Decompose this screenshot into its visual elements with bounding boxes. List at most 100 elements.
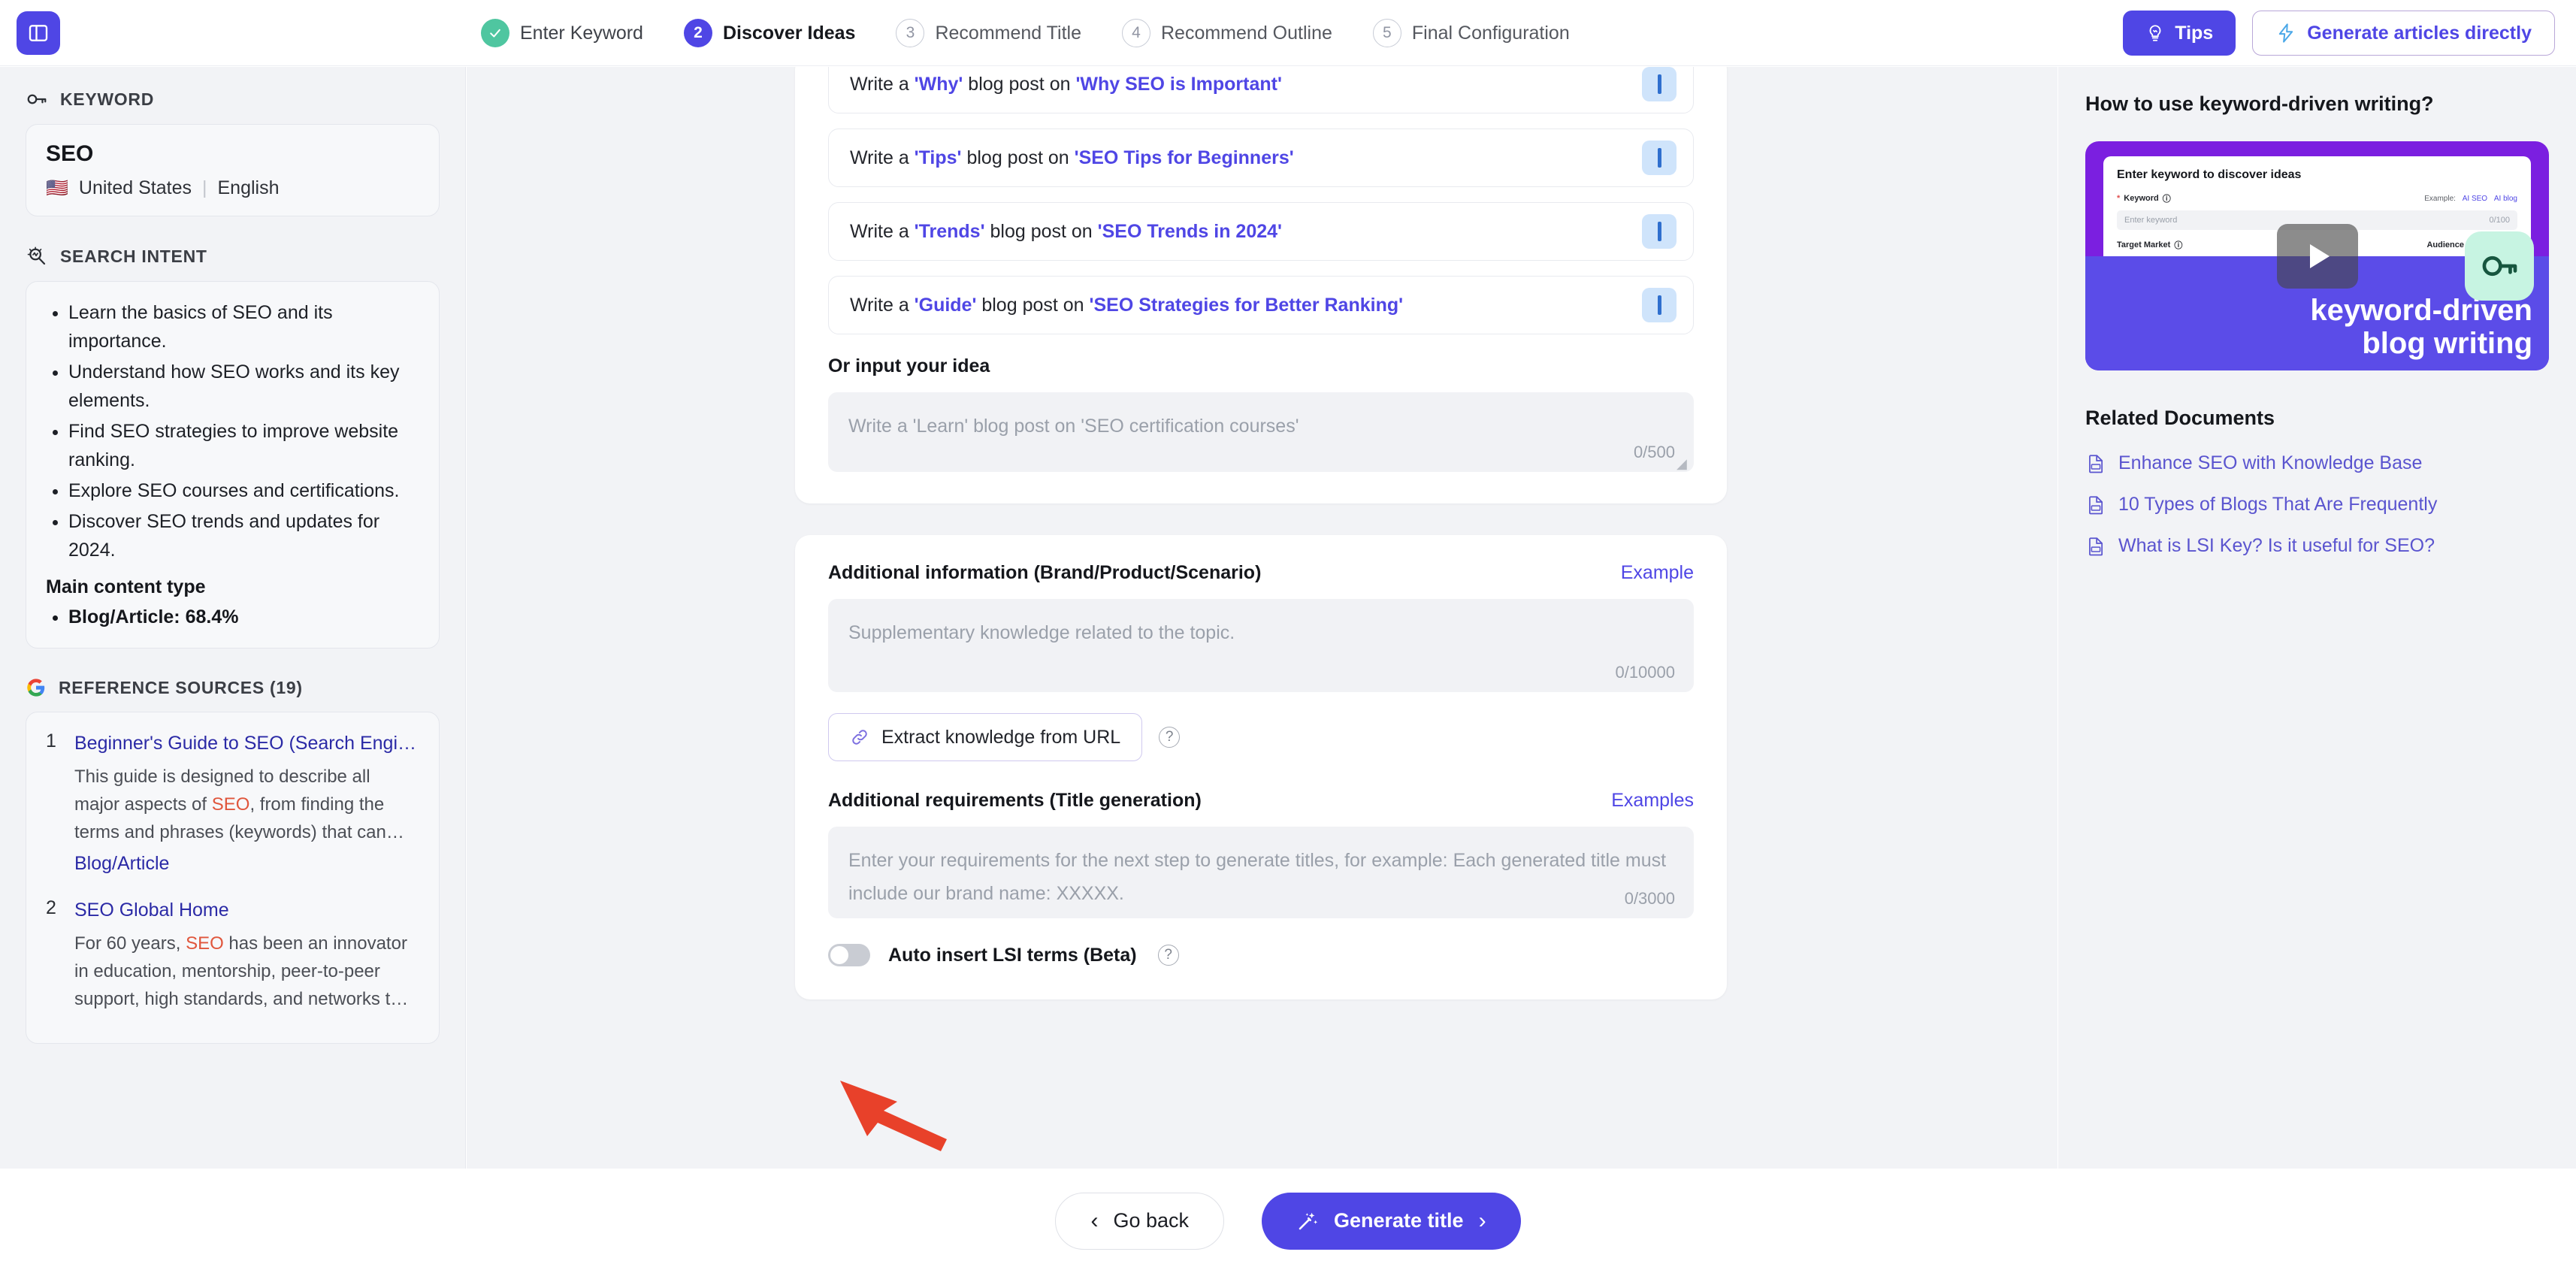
idea-row[interactable]: Write a 'Why' blog post on 'Why SEO is I… <box>828 67 1694 113</box>
idea-row[interactable]: Write a 'Guide' blog post on 'SEO Strate… <box>828 276 1694 334</box>
keyword-value: SEO <box>46 141 94 166</box>
cursor-bar-icon <box>1657 148 1661 168</box>
step-recommend-outline[interactable]: 4 Recommend Outline <box>1122 19 1332 47</box>
go-back-button[interactable]: ‹ Go back <box>1055 1192 1224 1250</box>
video-target-market-label: Target Market ⓘ <box>2117 239 2182 251</box>
related-document-link[interactable]: 10 Types of Blogs That Are Frequently <box>2118 494 2437 516</box>
step-final-configuration[interactable]: 5 Final Configuration <box>1372 19 1570 47</box>
reference-description: For 60 years, SEO has been an innovator … <box>74 930 419 1013</box>
keyword-section-header: KEYWORD <box>26 88 440 110</box>
video-example-row: Example: AI SEO AI blog <box>2424 195 2517 203</box>
cursor-bar-icon <box>1657 222 1661 241</box>
generate-title-label: Generate title <box>1334 1209 1464 1232</box>
idea-mid: blog post on <box>976 294 1090 316</box>
video-overlay-line1: keyword-driven <box>2310 294 2532 327</box>
main-content-type-list: Blog/Article: 68.4% <box>68 603 419 631</box>
reference-sources-section-title: REFERENCE SOURCES (19) <box>59 677 303 697</box>
video-example-link-2: AI blog <box>2493 194 2517 203</box>
step-2-label: Discover Ideas <box>722 22 856 44</box>
doc-file-icon <box>2089 537 2103 555</box>
right-panel-title: How to use keyword-driven writing? <box>2085 92 2434 115</box>
tips-button[interactable]: Tips <box>2123 11 2236 56</box>
step-discover-ideas[interactable]: 2 Discover Ideas <box>683 19 856 47</box>
search-intent-list: Learn the basics of SEO and its importan… <box>68 298 419 564</box>
idea-mid: blog post on <box>963 73 1076 95</box>
reference-title-link[interactable]: SEO Global Home <box>74 897 419 923</box>
highlight-keyword: SEO <box>186 933 224 954</box>
reference-tag[interactable]: Blog/Article <box>74 853 419 875</box>
insert-idea-button[interactable] <box>1642 214 1677 249</box>
own-idea-counter: 0/500 <box>1633 443 1675 461</box>
list-item: Explore SEO courses and certifications. <box>68 476 419 505</box>
video-example-label: Example: <box>2424 194 2456 203</box>
reference-sources-card: 1 Beginner's Guide to SEO (Search Engi… … <box>26 712 440 1044</box>
own-idea-placeholder: Write a 'Learn' blog post on 'SEO certif… <box>848 416 1299 437</box>
idea-pre: Write a <box>850 294 915 316</box>
insert-idea-button[interactable] <box>1642 67 1677 101</box>
resize-grip-icon[interactable]: ◢ <box>1677 457 1689 470</box>
sidebar-toggle-button[interactable] <box>17 11 60 55</box>
extract-knowledge-from-url-button[interactable]: Extract knowledge from URL <box>828 713 1143 761</box>
required-asterisk-icon: * <box>2117 194 2121 203</box>
idea-row[interactable]: Write a 'Tips' blog post on 'SEO Tips fo… <box>828 129 1694 187</box>
divider: | <box>201 177 207 198</box>
idea-mid: blog post on <box>961 147 1075 168</box>
google-icon <box>27 679 45 697</box>
related-document-link[interactable]: Enhance SEO with Knowledge Base <box>2118 452 2422 474</box>
cursor-bar-icon <box>1657 74 1661 94</box>
ideas-panel: Write a 'Why' blog post on 'Why SEO is I… <box>795 67 1727 503</box>
check-icon <box>490 29 500 38</box>
extract-url-help-icon[interactable]: ? <box>1159 727 1181 748</box>
step-enter-keyword[interactable]: Enter Keyword <box>481 19 643 47</box>
doc-file-icon <box>2089 495 2103 514</box>
step-5-label: Final Configuration <box>1411 22 1570 44</box>
top-bar-actions: Tips Generate articles directly <box>2123 11 2555 56</box>
insert-idea-button[interactable] <box>1642 141 1677 175</box>
search-intent-card: Learn the basics of SEO and its importan… <box>26 281 440 649</box>
auto-insert-lsi-toggle[interactable] <box>828 944 870 966</box>
reference-body: Beginner's Guide to SEO (Search Engi… Th… <box>74 730 419 875</box>
idea-topic: 'SEO Strategies for Better Ranking' <box>1089 294 1404 316</box>
additional-requirements-placeholder: Enter your requirements for the next ste… <box>848 850 1667 904</box>
list-item[interactable]: Enhance SEO with Knowledge Base <box>2085 452 2549 474</box>
list-item[interactable]: 1 Beginner's Guide to SEO (Search Engi… … <box>46 730 419 875</box>
tutorial-video-thumbnail[interactable]: Enter keyword to discover ideas * Keywor… <box>2085 141 2549 370</box>
additional-requirements-examples-link[interactable]: Examples <box>1611 790 1694 812</box>
list-item[interactable]: What is LSI Key? Is it useful for SEO? <box>2085 535 2549 557</box>
step-1-label: Enter Keyword <box>520 22 643 44</box>
additional-requirements-label: Additional requirements (Title generatio… <box>828 790 1202 811</box>
step-recommend-title[interactable]: 3 Recommend Title <box>896 19 1081 47</box>
lightning-bolt-icon <box>2279 23 2293 43</box>
additional-info-textarea[interactable]: Supplementary knowledge related to the t… <box>828 599 1694 692</box>
play-button[interactable] <box>2276 223 2358 289</box>
idea-text: Write a 'Guide' blog post on 'SEO Strate… <box>850 295 1403 316</box>
additional-info-header: Additional information (Brand/Product/Sc… <box>828 562 1694 584</box>
idea-row[interactable]: Write a 'Trends' blog post on 'SEO Trend… <box>828 202 1694 261</box>
insert-idea-button[interactable] <box>1642 288 1677 322</box>
idea-type: 'Why' <box>914 73 963 95</box>
lsi-help-icon[interactable]: ? <box>1157 945 1179 966</box>
play-triangle-icon <box>2309 243 2330 268</box>
idea-pre: Write a <box>850 73 915 95</box>
additional-info-example-link[interactable]: Example <box>1621 562 1694 584</box>
related-document-link[interactable]: What is LSI Key? Is it useful for SEO? <box>2118 535 2435 557</box>
reference-title-link[interactable]: Beginner's Guide to SEO (Search Engi… <box>74 730 419 756</box>
top-bar: Enter Keyword 2 Discover Ideas 3 Recomme… <box>0 0 2576 66</box>
additional-requirements-textarea[interactable]: Enter your requirements for the next ste… <box>828 827 1694 918</box>
reference-index: 1 <box>46 730 56 751</box>
keyword-language: English <box>217 177 280 198</box>
video-input-placeholder: Enter keyword <box>2124 216 2178 225</box>
key-icon <box>27 94 47 104</box>
search-insight-icon <box>27 246 46 265</box>
generate-articles-directly-button[interactable]: Generate articles directly <box>2252 11 2555 56</box>
main-content: Write a 'Why' blog post on 'Why SEO is I… <box>467 67 2057 1169</box>
list-item[interactable]: 2 SEO Global Home For 60 years, SEO has … <box>46 897 419 1013</box>
own-idea-textarea[interactable]: Write a 'Learn' blog post on 'SEO certif… <box>828 392 1694 472</box>
step-5-indicator: 5 <box>1372 19 1401 47</box>
search-intent-section-header: SEARCH INTENT <box>26 245 440 268</box>
bottom-action-bar: ‹ Go back Generate title › <box>0 1169 2576 1273</box>
list-item[interactable]: 10 Types of Blogs That Are Frequently <box>2085 494 2549 516</box>
list-item: Find SEO strategies to improve website r… <box>68 417 419 474</box>
generate-title-button[interactable]: Generate title › <box>1262 1192 1521 1250</box>
go-back-label: Go back <box>1113 1209 1189 1232</box>
